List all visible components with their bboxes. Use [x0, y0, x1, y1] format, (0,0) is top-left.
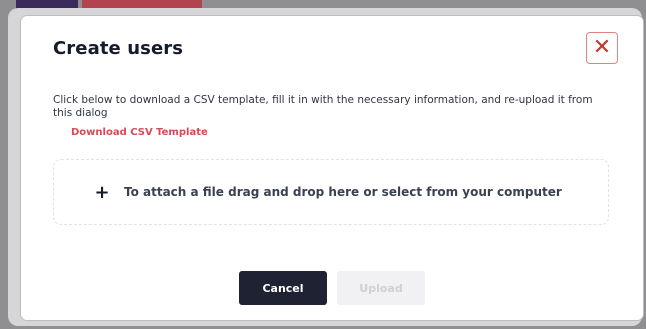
close-icon: ✕ — [592, 35, 612, 60]
upload-button[interactable]: Upload — [337, 271, 425, 305]
cancel-button[interactable]: Cancel — [239, 271, 327, 305]
file-dropzone[interactable]: + To attach a file drag and drop here or… — [53, 159, 609, 225]
plus-icon: + — [94, 181, 110, 203]
close-button[interactable]: ✕ — [586, 32, 618, 64]
create-users-dialog: Create users ✕ Click below to download a… — [21, 16, 643, 320]
dialog-title: Create users — [53, 38, 184, 59]
dropzone-text: To attach a file drag and drop here or s… — [124, 185, 562, 199]
download-csv-template-link[interactable]: Download CSV Template — [71, 127, 208, 138]
dialog-description: Click below to download a CSV template, … — [53, 94, 593, 119]
